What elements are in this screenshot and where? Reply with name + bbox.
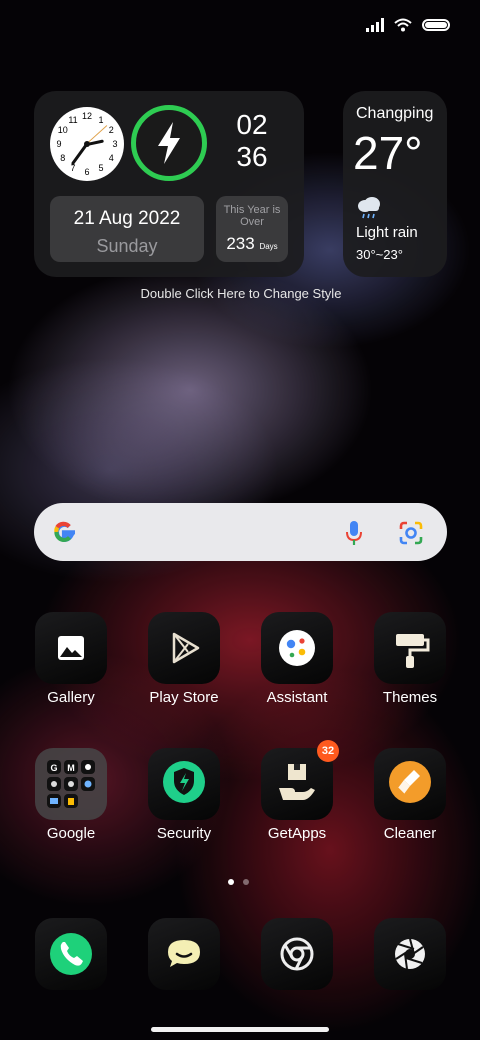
app-themes[interactable]: Themes xyxy=(355,612,465,706)
google-search-bar[interactable] xyxy=(34,503,447,561)
clock-numeral: 3 xyxy=(112,139,118,149)
clock-numeral: 4 xyxy=(108,153,114,163)
weekday-text: Sunday xyxy=(96,236,158,256)
weather-widget[interactable]: Changping 27° Light rain 30°~23° xyxy=(343,91,447,277)
dock-messaging[interactable] xyxy=(129,918,239,990)
app-label: Play Store xyxy=(149,689,219,706)
mic-icon[interactable] xyxy=(344,519,364,547)
google-g-icon[interactable] xyxy=(50,518,78,546)
lens-icon[interactable] xyxy=(398,520,424,546)
camera-icon[interactable] xyxy=(374,918,446,990)
app-label: GetApps xyxy=(267,825,327,842)
home-gesture-bar[interactable] xyxy=(151,1027,329,1032)
clock-numeral: 1 xyxy=(98,114,104,125)
clock-numeral: 2 xyxy=(108,125,114,135)
app-cleaner[interactable]: Cleaner xyxy=(355,748,465,842)
clock-numeral: 8 xyxy=(60,153,66,163)
charging-ring xyxy=(131,105,207,181)
gallery-icon[interactable] xyxy=(35,612,107,684)
notification-badge: 32 xyxy=(317,740,339,762)
battery-icon xyxy=(422,19,450,31)
app-assistant[interactable]: Assistant xyxy=(242,612,352,706)
time-hours: 02 xyxy=(236,109,268,140)
dock-browser[interactable] xyxy=(242,918,352,990)
app-play-store[interactable]: Play Store xyxy=(129,612,239,706)
weather-city: Changping xyxy=(356,105,434,122)
dock-phone[interactable] xyxy=(16,918,126,990)
clock-center-dot xyxy=(84,141,90,147)
status-bar xyxy=(366,18,450,32)
messaging-icon[interactable] xyxy=(148,918,220,990)
page-dot xyxy=(243,879,249,885)
clock-numeral: 11 xyxy=(68,114,78,125)
clock-widget[interactable]: 12 1 2 3 4 5 6 7 8 9 10 11 02 36 21 Aug 2022 Sunday… xyxy=(34,91,304,277)
days-unit: Days xyxy=(259,242,278,251)
google-folder-icon[interactable]: G M xyxy=(35,748,107,820)
days-value: 233 xyxy=(226,234,255,253)
weather-temperature: 27° xyxy=(353,127,423,179)
svg-text:M: M xyxy=(67,763,75,773)
digital-time: 02 36 xyxy=(222,109,282,173)
chrome-icon[interactable] xyxy=(261,918,333,990)
weather-condition: Light rain xyxy=(356,224,418,241)
time-minutes: 36 xyxy=(236,141,268,172)
lightning-icon xyxy=(158,122,180,164)
app-label: Gallery xyxy=(47,689,95,706)
change-style-hint[interactable]: Double Click Here to Change Style xyxy=(0,286,480,301)
phone-icon[interactable] xyxy=(35,918,107,990)
clock-numeral: 5 xyxy=(98,163,104,174)
page-dot-active xyxy=(228,879,234,885)
cleaner-icon[interactable] xyxy=(374,748,446,820)
clock-numeral: 10 xyxy=(57,125,68,135)
dock-camera[interactable] xyxy=(355,918,465,990)
year-over-label: This Year is Over xyxy=(223,204,281,228)
clock-numeral: 9 xyxy=(56,139,62,149)
app-label: Google xyxy=(46,825,96,842)
app-label: Themes xyxy=(382,689,438,706)
page-indicator xyxy=(228,879,249,885)
app-gallery[interactable]: Gallery xyxy=(16,612,126,706)
getapps-icon[interactable]: 32 xyxy=(261,740,339,820)
app-label: Security xyxy=(156,825,212,842)
themes-icon[interactable] xyxy=(374,612,446,684)
app-label: Cleaner xyxy=(383,825,437,842)
date-box: 21 Aug 2022 Sunday xyxy=(50,196,204,262)
signal-icon xyxy=(366,18,384,32)
weather-range: 30°~23° xyxy=(356,247,403,262)
year-progress-box: This Year is Over 233 Days xyxy=(216,196,288,262)
app-getapps[interactable]: 32 GetApps xyxy=(242,740,352,842)
app-label: Assistant xyxy=(266,689,328,706)
svg-text:G: G xyxy=(50,763,57,773)
clock-numeral: 6 xyxy=(84,167,90,177)
rain-cloud-icon xyxy=(358,197,380,219)
play-store-icon[interactable] xyxy=(148,612,220,684)
security-icon[interactable] xyxy=(148,748,220,820)
analog-clock: 12 1 2 3 4 5 6 7 8 9 10 11 xyxy=(50,107,124,181)
clock-numeral: 12 xyxy=(81,111,92,121)
app-google-folder[interactable]: G M Google xyxy=(16,748,126,842)
wifi-icon xyxy=(394,18,412,32)
assistant-icon[interactable] xyxy=(261,612,333,684)
app-security[interactable]: Security xyxy=(129,748,239,842)
date-text: 21 Aug 2022 xyxy=(73,208,181,229)
